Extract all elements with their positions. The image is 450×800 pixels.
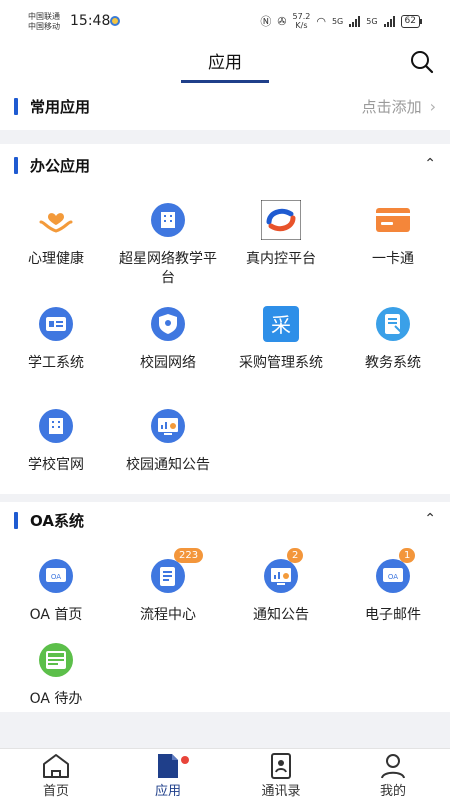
section-divider [0, 130, 450, 144]
app-tile-email[interactable]: OA 1 电子邮件 [337, 548, 449, 625]
status-bar: 中国联通 中国移动 15:48 Ⓝ ✇ 57.2 K/s ◠ 5G 5G 62 [0, 0, 450, 44]
bottom-tab-bar: 首页 应用 通讯录 我的 [0, 748, 450, 800]
add-common-label: 点击添加 [361, 98, 422, 116]
carrier-labels: 中国联通 中国移动 [28, 12, 60, 32]
office-collapse-icon[interactable]: ⌃ [424, 156, 436, 172]
heart-hands-icon [36, 200, 76, 240]
app-notification-icon [110, 16, 120, 26]
new-indicator-dot [181, 756, 189, 764]
app-label: OA 首页 [29, 607, 83, 623]
office-apps-title: 办公应用 [30, 157, 91, 175]
tab-label: 通讯录 [261, 784, 301, 799]
carrier-2: 中国移动 [28, 22, 60, 31]
app-tile-procurement[interactable]: 采 采购管理系统 [225, 304, 337, 373]
battery-icon: 62 [400, 14, 423, 28]
app-label: 心理健康 [28, 251, 84, 267]
nfc-icon: Ⓝ [260, 15, 272, 28]
app-label: 校园网络 [140, 355, 196, 371]
svg-text:OA: OA [388, 573, 398, 581]
document-icon [373, 304, 413, 344]
add-common-app-button[interactable]: 点击添加 › [362, 96, 436, 117]
oa-icon: OA 1 [373, 548, 416, 596]
app-tile-school-website[interactable]: 学校官网 [0, 406, 112, 475]
bottom-spacer [0, 712, 450, 748]
app-tile-chaoxing[interactable]: 超星网络教学平台 [112, 200, 224, 288]
app-tile-campus-notice[interactable]: 校园通知公告 [112, 406, 224, 475]
app-tile-campus-network[interactable]: 校园网络 [112, 304, 224, 373]
page-title: 应用 [208, 53, 242, 73]
tab-contacts[interactable]: 通讯录 [225, 752, 337, 799]
signal-icon-1 [349, 15, 361, 27]
tab-home[interactable]: 首页 [0, 752, 112, 799]
app-label: 超星网络教学平台 [119, 251, 217, 286]
svg-text:采: 采 [271, 313, 291, 337]
profile-icon [378, 752, 408, 780]
tab-label: 应用 [154, 784, 181, 799]
contacts-icon [266, 752, 296, 780]
tab-label: 首页 [42, 784, 69, 799]
app-tile-academic[interactable]: 教务系统 [337, 304, 449, 373]
app-label: 电子邮件 [365, 607, 421, 623]
title-underline [181, 80, 269, 83]
apps-doc-icon [153, 752, 189, 780]
monitor-chart-icon: 2 [261, 548, 304, 596]
section-accent [14, 157, 18, 174]
news-icon [36, 640, 76, 680]
app-label: 学校官网 [28, 457, 84, 473]
section-accent [14, 98, 18, 115]
net-type-1: 5G [331, 16, 344, 26]
common-apps-row: 常用应用 点击添加 › [0, 88, 450, 126]
section-accent [14, 512, 18, 529]
wifi-icon: ◠ [316, 14, 326, 28]
section-divider [0, 494, 450, 502]
oa-icon: OA [36, 556, 76, 596]
signal-icon-2 [383, 15, 395, 27]
search-button[interactable] [408, 48, 436, 76]
common-apps-title: 常用应用 [30, 98, 91, 116]
purchase-icon: 采 [261, 304, 301, 344]
tab-profile[interactable]: 我的 [337, 752, 449, 799]
tab-label: 我的 [379, 784, 406, 799]
app-label: 流程中心 [140, 607, 196, 623]
oa-collapse-icon[interactable]: ⌃ [424, 511, 436, 527]
app-tile-oa-todo[interactable]: OA 待办 [0, 640, 112, 709]
app-label: OA 待办 [29, 691, 83, 707]
clipboard-icon: 223 [148, 548, 204, 596]
swirl-logo-icon [260, 199, 302, 241]
pending-count-badge: 223 [174, 548, 204, 563]
app-label: 通知公告 [253, 607, 309, 623]
app-label: 一卡通 [372, 251, 414, 267]
building-icon [148, 200, 188, 240]
search-icon [411, 51, 434, 74]
shield-icon [148, 304, 188, 344]
app-tile-workflow[interactable]: 223 流程中心 [112, 548, 224, 625]
home-icon [41, 752, 71, 780]
app-label: 校园通知公告 [126, 457, 210, 473]
network-speed: 57.2 K/s [292, 12, 311, 30]
card-icon [373, 200, 413, 240]
app-tile-campus-card[interactable]: 一卡通 [337, 200, 449, 269]
clock: 15:48 [70, 13, 111, 29]
oa-title: OA系统 [30, 512, 84, 530]
id-card-icon [36, 304, 76, 344]
svg-text:OA: OA [51, 573, 61, 581]
carrier-1: 中国联通 [28, 12, 60, 21]
app-label: 真内控平台 [246, 251, 316, 267]
building-icon [36, 406, 76, 446]
app-label: 教务系统 [365, 355, 421, 371]
app-tile-student-affairs[interactable]: 学工系统 [0, 304, 112, 373]
app-tile-oa-notice[interactable]: 2 通知公告 [225, 548, 337, 625]
app-tile-psychology[interactable]: 心理健康 [0, 200, 112, 269]
vibrate-icon: ✇ [277, 14, 287, 28]
chevron-right-icon: › [429, 97, 436, 116]
app-header: 应用 [0, 44, 450, 84]
app-tile-oa-home[interactable]: OA OA 首页 [0, 556, 112, 625]
tab-apps[interactable]: 应用 [112, 752, 224, 799]
app-label: 采购管理系统 [239, 355, 323, 371]
app-tile-internal-control[interactable]: 真内控平台 [225, 199, 337, 269]
app-label: 学工系统 [28, 355, 84, 371]
net-type-2: 5G [366, 16, 378, 26]
status-icons: Ⓝ ✇ 57.2 K/s ◠ 5G 5G 62 [260, 12, 423, 30]
monitor-chart-icon [148, 406, 188, 446]
